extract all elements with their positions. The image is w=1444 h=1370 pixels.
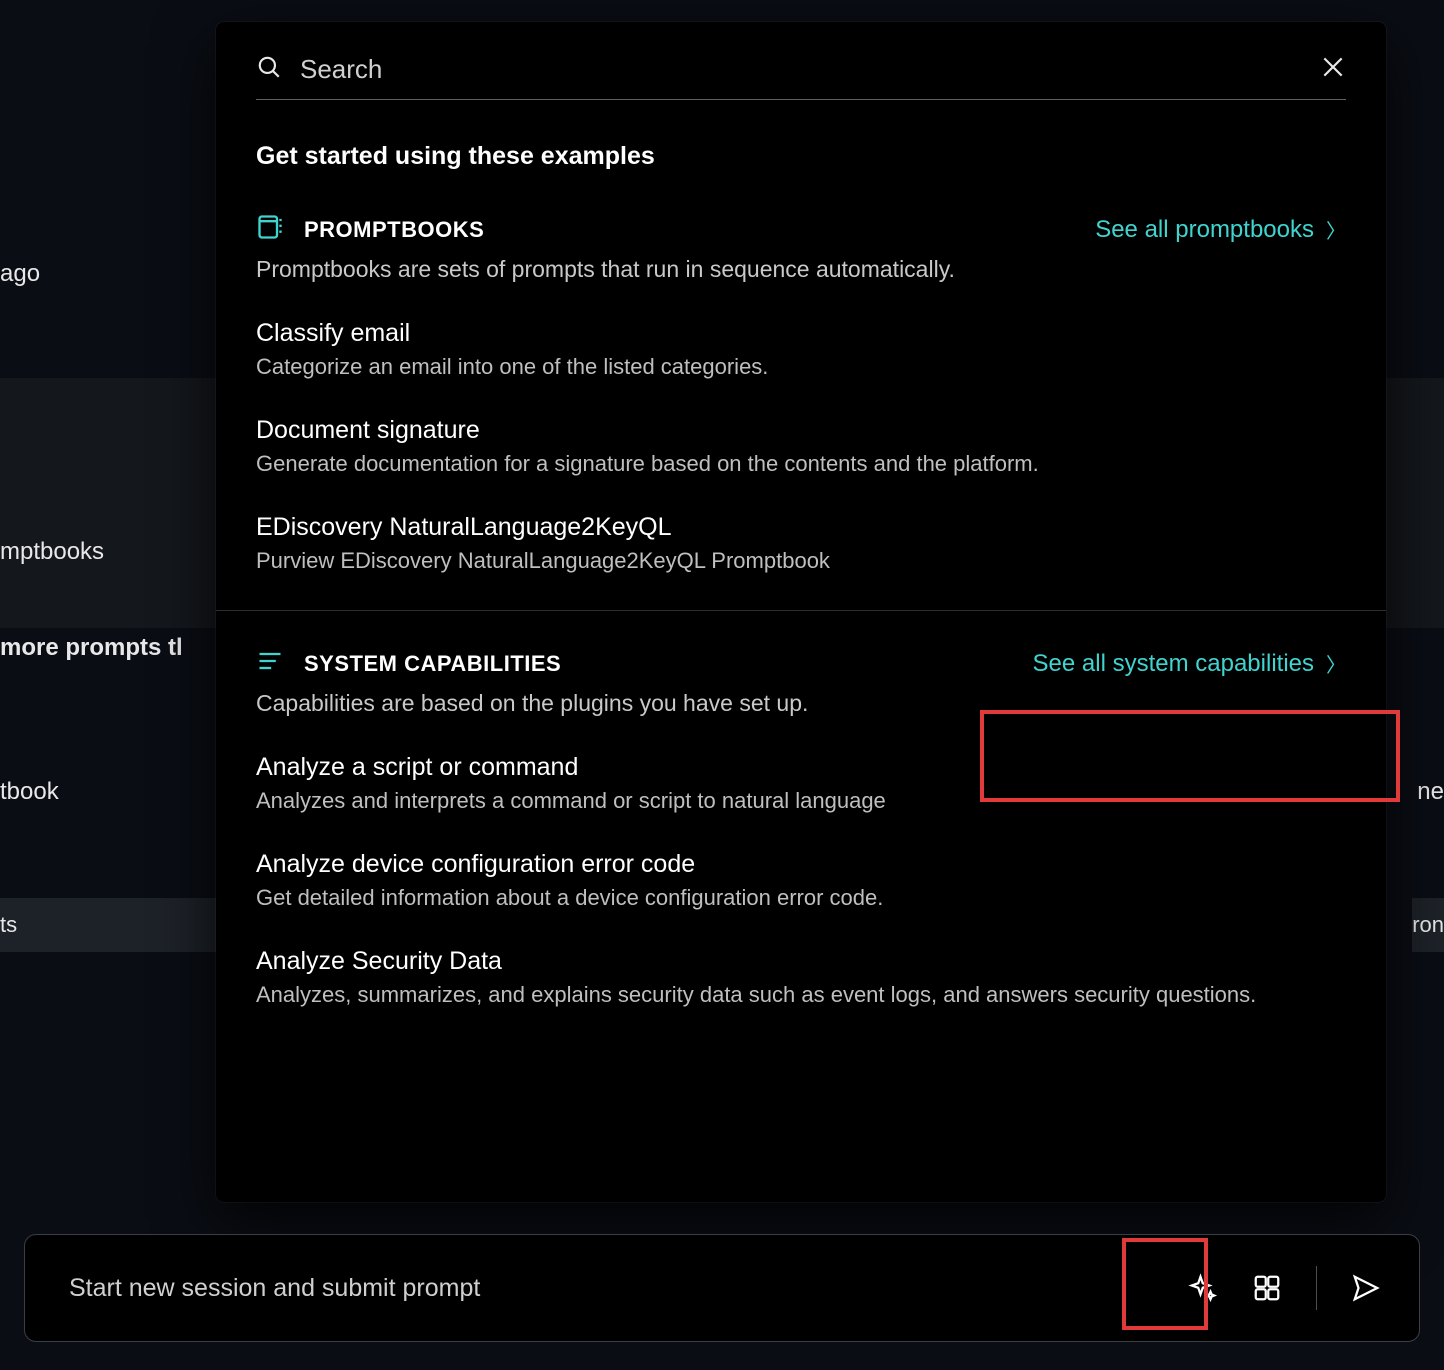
promptbooks-icon xyxy=(256,213,284,246)
bg-text-ron: ron xyxy=(1412,898,1444,952)
bg-text-mptbooks: mptbooks xyxy=(0,538,104,566)
capability-item[interactable]: Analyze device configuration error code … xyxy=(256,850,1346,911)
promptbooks-header: PROMPTBOOKS See all promptbooks 〉 xyxy=(256,213,1346,246)
prompt-bar xyxy=(24,1234,1420,1342)
search-input[interactable] xyxy=(300,54,1320,85)
promptbooks-desc: Promptbooks are sets of prompts that run… xyxy=(256,256,1346,283)
bg-text-tbook: tbook xyxy=(0,778,59,806)
capabilities-icon xyxy=(256,647,284,680)
bg-text-ts: ts xyxy=(0,898,216,952)
capabilities-title: SYSTEM CAPABILITIES xyxy=(304,651,561,677)
capability-item[interactable]: Analyze a script or command Analyzes and… xyxy=(256,753,1346,814)
promptbook-item-title: EDiscovery NaturalLanguage2KeyQL xyxy=(256,513,1346,542)
section-divider xyxy=(216,610,1386,611)
capabilities-desc: Capabilities are based on the plugins yo… xyxy=(256,690,1346,717)
bg-text-ne: ne xyxy=(1417,778,1444,806)
capability-item-desc: Analyzes and interprets a command or scr… xyxy=(256,788,1346,814)
promptbook-item-title: Classify email xyxy=(256,319,1346,348)
bg-text-more-prompts: more prompts tl xyxy=(0,634,183,662)
chevron-right-icon: 〉 xyxy=(1326,649,1346,678)
promptbook-item-desc: Categorize an email into one of the list… xyxy=(256,354,1346,380)
bg-text-ago: ago xyxy=(0,260,40,288)
chevron-right-icon: 〉 xyxy=(1326,215,1346,244)
promptbook-item-desc: Generate documentation for a signature b… xyxy=(256,451,1346,477)
see-all-promptbooks-link[interactable]: See all promptbooks 〉 xyxy=(1095,215,1346,244)
capability-item-desc: Get detailed information about a device … xyxy=(256,885,1346,911)
promptbook-item[interactable]: EDiscovery NaturalLanguage2KeyQL Purview… xyxy=(256,513,1346,574)
vertical-divider xyxy=(1316,1266,1317,1310)
capability-item[interactable]: Analyze Security Data Analyzes, summariz… xyxy=(256,947,1346,1008)
capability-item-title: Analyze device configuration error code xyxy=(256,850,1346,879)
promptbook-item-desc: Purview EDiscovery NaturalLanguage2KeyQL… xyxy=(256,548,1346,574)
examples-popover: Get started using these examples PROMPTB… xyxy=(216,22,1386,1202)
search-row xyxy=(256,54,1346,100)
close-button[interactable] xyxy=(1320,54,1346,85)
prompt-input[interactable] xyxy=(69,1274,1182,1303)
send-button[interactable] xyxy=(1345,1267,1387,1309)
promptbook-item-title: Document signature xyxy=(256,416,1346,445)
sparkle-button[interactable] xyxy=(1182,1267,1224,1309)
capability-item-desc: Analyzes, summarizes, and explains secur… xyxy=(256,982,1346,1008)
capability-item-title: Analyze a script or command xyxy=(256,753,1346,782)
promptbooks-title: PROMPTBOOKS xyxy=(304,217,484,243)
capability-item-title: Analyze Security Data xyxy=(256,947,1346,976)
plugins-button[interactable] xyxy=(1246,1267,1288,1309)
see-all-capabilities-link[interactable]: See all system capabilities 〉 xyxy=(1033,649,1346,678)
capabilities-header: SYSTEM CAPABILITIES See all system capab… xyxy=(256,647,1346,680)
popover-subtitle: Get started using these examples xyxy=(256,142,1346,171)
see-all-promptbooks-label: See all promptbooks xyxy=(1095,216,1314,244)
see-all-capabilities-label: See all system capabilities xyxy=(1033,650,1314,678)
prompt-actions xyxy=(1182,1266,1387,1310)
search-icon xyxy=(256,54,282,85)
promptbook-item[interactable]: Classify email Categorize an email into … xyxy=(256,319,1346,380)
promptbook-item[interactable]: Document signature Generate documentatio… xyxy=(256,416,1346,477)
